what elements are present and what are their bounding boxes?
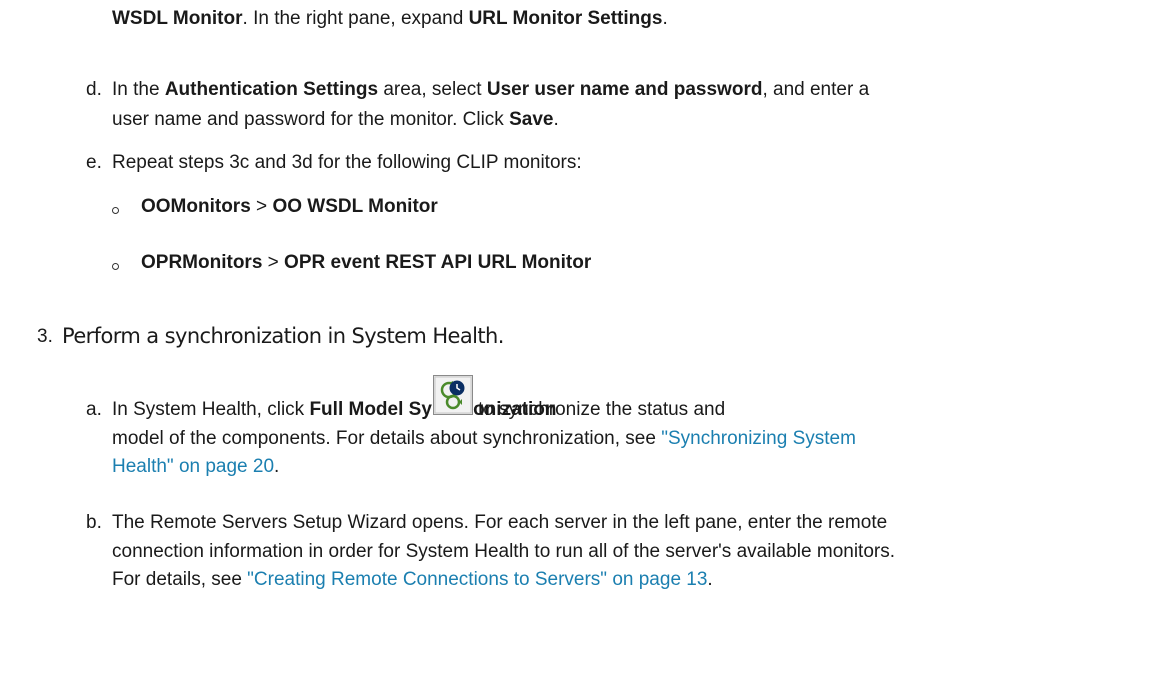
step-marker-b: b.	[86, 512, 102, 533]
text: >	[262, 252, 285, 273]
bullet-item: OOMonitors > OO WSDL Monitor	[141, 193, 438, 221]
step-d-line1: In the Authentication Settings area, sel…	[112, 76, 869, 104]
text: . In the right pane, expand	[242, 8, 469, 29]
creating-remote-connections-link[interactable]: "Creating Remote Connections to Servers"…	[247, 569, 707, 590]
text: >	[250, 196, 273, 217]
step-marker-3: 3.	[37, 326, 53, 347]
section-heading: Perform a synchronization in System Heal…	[62, 324, 504, 348]
text: .	[274, 456, 280, 477]
text: In the	[112, 79, 165, 100]
circle-bullet-icon	[112, 263, 119, 270]
step-a-line2: model of the components. For details abo…	[112, 425, 856, 453]
bold-text: WSDL Monitor	[112, 8, 243, 29]
bold-text: OOMonitors	[141, 196, 251, 217]
synchronizing-system-health-link[interactable]: "Synchronizing System	[661, 428, 856, 449]
step-b-line2: connection information in order for Syst…	[112, 541, 895, 562]
synchronizing-system-health-link[interactable]: Health" on page 20	[112, 456, 274, 477]
text: .	[662, 8, 668, 29]
text: .	[707, 569, 713, 590]
text: .	[553, 109, 559, 130]
step-b-line3: For details, see "Creating Remote Connec…	[112, 566, 713, 594]
step-b-line1: The Remote Servers Setup Wizard opens. F…	[112, 512, 888, 533]
text: model of the components. For details abo…	[112, 428, 662, 449]
bold-text: User user name and password	[486, 79, 763, 100]
bold-text: Save	[509, 109, 554, 130]
text: user name and password for the monitor. …	[112, 109, 510, 130]
bold-text: OPR event REST API URL Monitor	[284, 252, 592, 273]
step-marker-a: a.	[86, 399, 102, 420]
step-marker-e: e.	[86, 152, 102, 173]
step-marker-d: d.	[86, 79, 102, 100]
step-a-line1-tail: to synchronize the status and	[478, 396, 725, 424]
step-e-line1: Repeat steps 3c and 3d for the following…	[112, 152, 582, 173]
bullet-item: OPRMonitors > OPR event REST API URL Mon…	[141, 249, 591, 277]
bold-text: OO WSDL Monitor	[272, 196, 438, 217]
circle-bullet-icon	[112, 207, 119, 214]
bold-text: URL Monitor Settings	[468, 8, 663, 29]
bold-text: OPRMonitors	[141, 252, 263, 273]
text: area, select	[378, 79, 487, 100]
full-model-sync-icon	[433, 375, 473, 415]
bold-text: Authentication Settings	[164, 79, 379, 100]
text: In System Health, click	[112, 399, 310, 420]
text: , and enter a	[762, 79, 870, 100]
paragraph-line0: WSDL Monitor. In the right pane, expand …	[112, 5, 668, 33]
text: For details, see	[112, 569, 248, 590]
step-a-line3: Health" on page 20.	[112, 453, 279, 481]
step-d-line2: user name and password for the monitor. …	[112, 106, 559, 134]
text: to synchronize the status and	[478, 399, 726, 420]
